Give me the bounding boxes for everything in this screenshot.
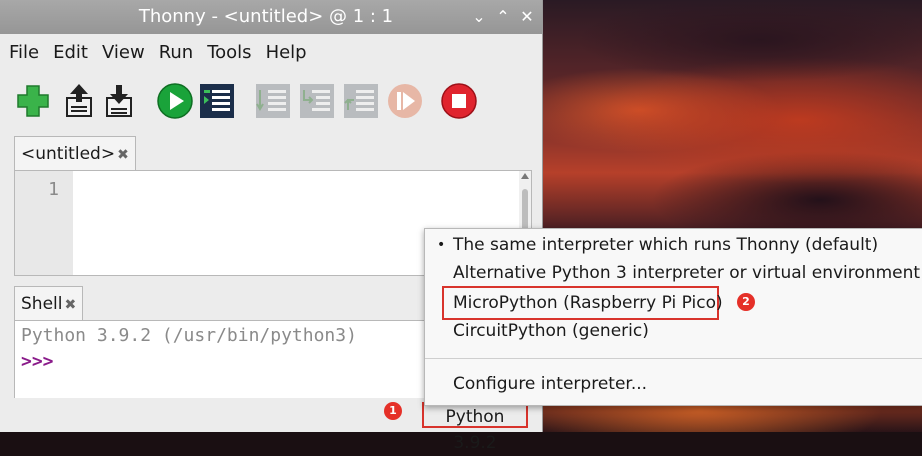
- open-icon[interactable]: [60, 82, 98, 120]
- menu-item-default-interpreter[interactable]: The same interpreter which runs Thonny (…: [453, 232, 878, 258]
- minimize-icon[interactable]: ⌄: [466, 0, 492, 34]
- step-over-icon[interactable]: [254, 82, 292, 120]
- title-bar[interactable]: Thonny - <untitled> @ 1 : 1 ⌄ ⌃ ✕: [0, 0, 542, 34]
- window-title: Thonny - <untitled> @ 1 : 1: [138, 6, 394, 27]
- line-number: 1: [48, 179, 59, 200]
- annotation-badge-1: 1: [384, 402, 402, 420]
- menu-item-label: Alternative Python 3 interpreter or virt…: [453, 263, 921, 283]
- interpreter-menu: • The same interpreter which runs Thonny…: [424, 228, 922, 406]
- menu-bar: File Edit View Run Tools Help: [0, 34, 544, 70]
- menu-view[interactable]: View: [95, 42, 152, 63]
- menu-separator: [425, 358, 922, 359]
- step-out-icon[interactable]: [342, 82, 380, 120]
- stop-icon[interactable]: [440, 82, 478, 120]
- run-icon[interactable]: [156, 82, 194, 120]
- save-icon[interactable]: [100, 82, 138, 120]
- tab-close-icon[interactable]: ✖: [117, 147, 129, 163]
- annotation-badge-2: 2: [737, 293, 755, 311]
- menu-help[interactable]: Help: [259, 42, 314, 63]
- menu-edit[interactable]: Edit: [46, 42, 95, 63]
- tab-untitled[interactable]: <untitled> ✖: [14, 136, 136, 171]
- menu-file[interactable]: File: [2, 42, 46, 63]
- shell-close-icon[interactable]: ✖: [64, 297, 76, 313]
- scroll-up-icon[interactable]: [521, 173, 529, 179]
- shell-tab-label: Shell: [21, 294, 63, 314]
- tab-label: <untitled>: [21, 144, 116, 164]
- shell-prompt: >>>: [21, 351, 54, 372]
- menu-item-alternative-interpreter[interactable]: Alternative Python 3 interpreter or virt…: [453, 260, 920, 286]
- toolbar: [0, 78, 542, 124]
- line-number-gutter: 1: [15, 171, 73, 275]
- menu-item-micropython-pico[interactable]: MicroPython (Raspberry Pi Pico): [453, 290, 723, 316]
- maximize-icon[interactable]: ⌃: [490, 0, 516, 34]
- step-into-icon[interactable]: [298, 82, 336, 120]
- selected-bullet-icon: •: [437, 237, 446, 253]
- resume-icon[interactable]: [386, 82, 424, 120]
- new-icon[interactable]: [14, 82, 52, 120]
- menu-item-circuitpython[interactable]: CircuitPython (generic): [453, 318, 649, 344]
- menu-item-configure-interpreter[interactable]: Configure interpreter...: [453, 371, 647, 397]
- menu-run[interactable]: Run: [152, 42, 201, 63]
- tab-shell[interactable]: Shell ✖: [14, 286, 84, 321]
- shell-banner: Python 3.9.2 (/usr/bin/python3): [21, 325, 357, 346]
- close-icon[interactable]: ✕: [514, 0, 540, 34]
- menu-tools[interactable]: Tools: [200, 42, 258, 63]
- debug-icon[interactable]: [198, 82, 236, 120]
